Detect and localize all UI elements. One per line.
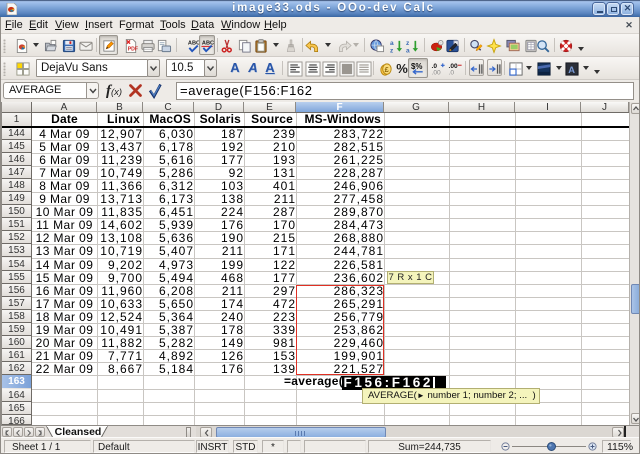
svg-text:A: A [568, 64, 575, 74]
svg-text:PDF: PDF [128, 46, 138, 52]
svg-text:a: a [390, 40, 394, 47]
svg-text:z: z [406, 40, 410, 47]
svg-text:.00: .00 [432, 69, 441, 76]
svg-text:ABC: ABC [187, 40, 199, 46]
svg-text:$%: $% [411, 62, 423, 71]
svg-text:a: a [406, 47, 410, 53]
svg-text:ABC: ABC [201, 40, 213, 46]
svg-text:z: z [390, 47, 394, 53]
svg-text:.0: .0 [449, 69, 455, 76]
